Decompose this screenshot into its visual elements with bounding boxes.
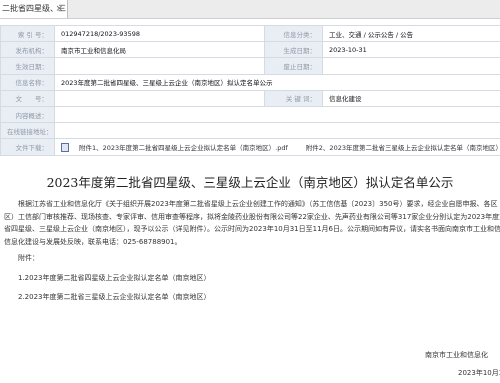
effective-date-value [54, 57, 265, 75]
summary-value [54, 105, 500, 124]
index-label: 索 引 号： [0, 24, 55, 43]
keywords-value: 信息化建设 [322, 89, 500, 107]
signature-date: 2023年10月31 [458, 369, 500, 377]
created-date-value: 2023-10-31 [322, 41, 500, 59]
doc-number-label: 文 号： [0, 89, 55, 107]
document-meta-table: 索 引 号： 012947218/2023-93598 信息分类： 工业、交通 … [0, 24, 500, 156]
attachment-link-2[interactable]: 附件2、2023年度第二批省三星级上云企业拟认定名单（南京地区）.pdf [306, 144, 500, 152]
expire-date-label: 废止日期： [264, 57, 323, 75]
attachment-link-1[interactable]: 附件1、2023年度第二批省四星级上云企业拟认定名单（南京地区）.pdf [79, 144, 288, 152]
summary-label: 内容概述： [0, 105, 55, 124]
publisher-value: 南京市工业和信息化局 [54, 41, 265, 59]
doc-number-value [54, 89, 265, 107]
online-link-value [54, 122, 500, 140]
article-body: 根据江苏省工业和信息化厅《关于组织开展2023年度第二批省星级上云企业创建工作的… [4, 198, 500, 304]
browser-tab[interactable]: 二批省四星级、三 × [0, 0, 68, 18]
expire-date-value [322, 57, 500, 75]
attachment-icon [61, 143, 69, 153]
article-paragraph: 根据江苏省工业和信息化厅《关于组织开展2023年度第二批省星级上云企业创建工作的… [4, 200, 500, 246]
file-download-label: 文件下载： [0, 138, 55, 156]
close-icon[interactable]: × [55, 0, 63, 18]
attachment-item-2: 2.2023年度第二批省三星级上云企业拟认定名单（南京地区） [18, 293, 211, 301]
category-label: 信息分类： [264, 24, 323, 43]
article-title: 2023年度第二批省四星级、三星级上云企业（南京地区）拟认定名单公示 [46, 175, 454, 190]
attachment-item-1: 1.2023年度第二批省四星级上云企业拟认定名单（南京地区） [18, 273, 211, 282]
created-date-label: 生成日期： [264, 41, 323, 59]
category-value: 工业、交通 / 公示公告 / 公告 [322, 24, 500, 43]
keywords-label: 关 键 词： [264, 89, 323, 107]
file-download-cell: 附件1、2023年度第二批省四星级上云企业拟认定名单（南京地区）.pdf 附件2、… [54, 138, 500, 156]
info-name-label: 信息名称： [0, 73, 55, 91]
publisher-label: 发布机构： [0, 41, 55, 59]
index-value: 012947218/2023-93598 [54, 24, 265, 43]
signature-organization: 南京市工业和信息化 [425, 351, 488, 359]
online-link-label: 在线链接地址： [0, 122, 55, 140]
browser-tab-bar: 二批省四星级、三 × [0, 0, 500, 19]
effective-date-label: 生效日期： [0, 57, 55, 75]
info-name-value: 2023年度第二批省四星级、三星级上云企业（南京地区）拟认定名单公示 [54, 73, 500, 91]
attachments-label: 附件： [18, 254, 39, 262]
